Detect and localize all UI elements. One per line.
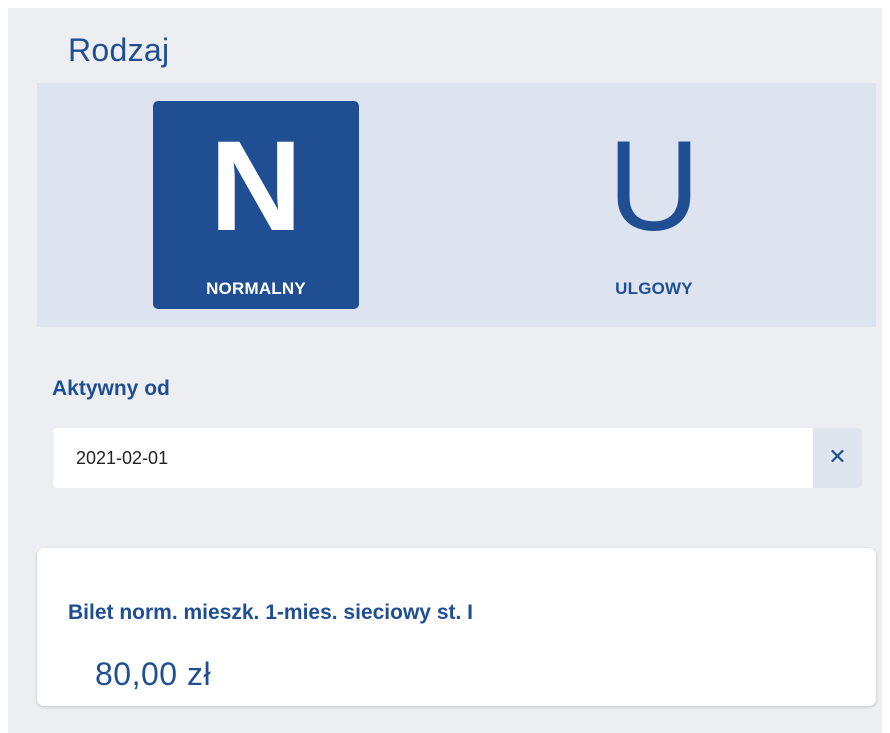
- section-title: Rodzaj: [68, 32, 170, 68]
- ticket-name: Bilet norm. mieszk. 1-mies. sieciowy st.…: [68, 601, 473, 624]
- close-icon: ✕: [828, 445, 847, 470]
- ticket-type-ulgowy[interactable]: U ULGOWY: [551, 101, 757, 309]
- active-from-label: Aktywny od: [52, 377, 170, 400]
- ticket-type-normalny[interactable]: N NORMALNY: [153, 101, 359, 309]
- ticket-type-letter: N: [209, 115, 303, 258]
- ticket-type-letter: U: [607, 115, 701, 258]
- ticket-summary-card: Bilet norm. mieszk. 1-mies. sieciowy st.…: [37, 548, 876, 706]
- active-from-input[interactable]: [53, 428, 813, 488]
- clear-date-button[interactable]: ✕: [813, 428, 862, 488]
- ticket-price: 80,00 zł: [95, 656, 212, 692]
- ticket-type-label: ULGOWY: [615, 279, 693, 298]
- ticket-type-selector: N NORMALNY U ULGOWY: [37, 83, 876, 327]
- active-from-field: ✕: [53, 428, 862, 488]
- ticket-config-panel: Rodzaj N NORMALNY U ULGOWY Aktywny od ✕ …: [8, 8, 882, 733]
- ticket-type-label: NORMALNY: [206, 279, 306, 298]
